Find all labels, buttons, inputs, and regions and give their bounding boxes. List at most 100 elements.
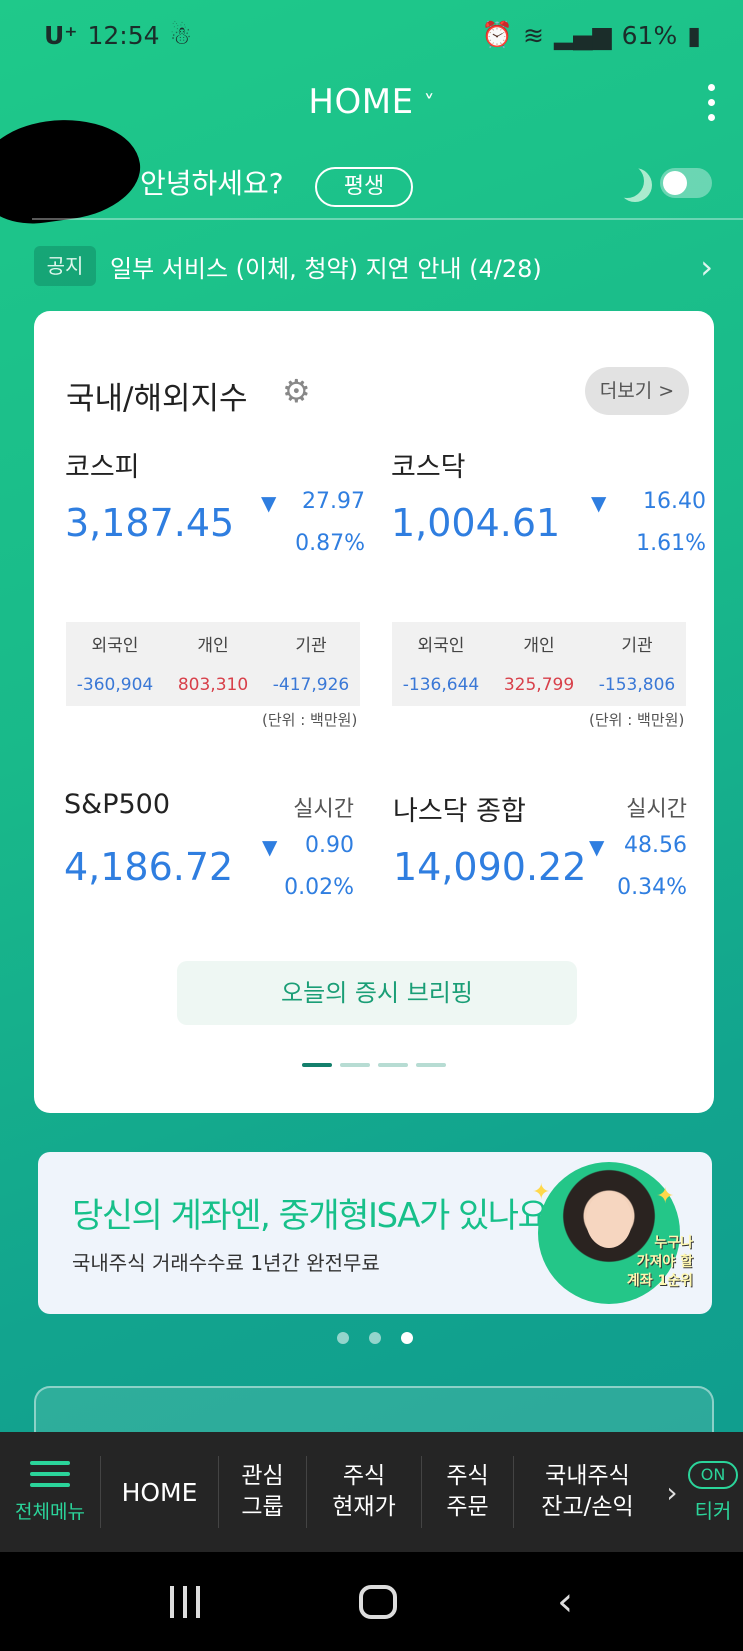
index-value: 1,004.61 bbox=[391, 501, 561, 545]
all-menu-button[interactable]: 전체메뉴 bbox=[0, 1432, 100, 1552]
isa-ad-banner[interactable]: 당신의 계좌엔, 중개형ISA가 있나요? 국내주식 거래수수료 1년간 완전무… bbox=[38, 1152, 712, 1314]
greeting-text: 안녕하세요? bbox=[140, 167, 284, 200]
back-icon[interactable]: ‹ bbox=[557, 1579, 573, 1625]
index-percent: 0.02% bbox=[284, 875, 354, 900]
ad-sticker-line: 계좌 1순위 bbox=[626, 1273, 693, 1289]
kospi-investor-table: 외국인 개인 기관 -360,904 803,310 -417,926 bbox=[66, 622, 360, 706]
nav-stock-order[interactable]: 주식 주문 bbox=[421, 1456, 513, 1528]
dark-mode-toggle[interactable] bbox=[660, 168, 712, 198]
realtime-label: 실시간 bbox=[626, 797, 687, 822]
sparkle-icon: ✦ bbox=[532, 1180, 551, 1205]
realtime-label: 실시간 bbox=[293, 797, 354, 822]
divider bbox=[32, 218, 743, 220]
index-card: 국내/해외지수 ⚙ 더보기 > 코스피 3,187.45 ▼ 27.97 0.8… bbox=[34, 311, 714, 1113]
card-pager bbox=[302, 1063, 446, 1067]
wifi-icon: ≋ bbox=[523, 20, 544, 50]
index-name: 나스닥 종합 bbox=[393, 796, 526, 827]
down-triangle-icon: ▼ bbox=[589, 835, 605, 859]
pager-dot[interactable] bbox=[302, 1063, 332, 1067]
alarm-icon: ⏰ bbox=[481, 20, 514, 49]
recents-icon[interactable] bbox=[169, 1585, 200, 1618]
signal-icon: ▂▄▆ bbox=[553, 20, 612, 50]
battery-icon: ▮ bbox=[687, 20, 701, 50]
chevron-down-icon: ˅ bbox=[423, 91, 435, 117]
app-header: HOME ˅ bbox=[0, 70, 743, 134]
individual-value: 325,799 bbox=[503, 675, 575, 695]
banner-pager bbox=[337, 1332, 413, 1344]
battery-level: 61% bbox=[621, 20, 678, 50]
table-header: 기관 bbox=[295, 635, 327, 656]
status-right: ⏰ ≋ ▂▄▆ 61% ▮ bbox=[482, 20, 701, 50]
banner-dot[interactable] bbox=[337, 1332, 349, 1344]
index-kosdaq[interactable]: 코스닥 1,004.61 ▼ 16.40 1.61% bbox=[391, 445, 706, 565]
index-name: S&P500 bbox=[64, 789, 171, 820]
index-percent: 0.87% bbox=[295, 531, 365, 556]
ad-sticker: 누구나 가져야 할 계좌 1순위 bbox=[623, 1234, 693, 1291]
index-value: 14,090.22 bbox=[393, 845, 587, 889]
grade-badge[interactable]: 평생 bbox=[315, 167, 413, 207]
index-change: 27.97 bbox=[302, 489, 365, 514]
table-header: 외국인 bbox=[91, 635, 139, 656]
table-header: 기관 bbox=[621, 635, 653, 656]
ad-title: 당신의 계좌엔, 중개형ISA가 있나요? bbox=[72, 1196, 565, 1236]
greeting-row: 안녕하세요? 평생 bbox=[0, 109, 743, 231]
nav-watch-group[interactable]: 관심 그룹 bbox=[218, 1456, 306, 1528]
chevron-right-icon: › bbox=[700, 248, 713, 286]
unit-note: (단위 : 백만원) bbox=[262, 711, 358, 729]
index-name: 코스피 bbox=[65, 452, 140, 483]
institution-value: -153,806 bbox=[598, 675, 676, 695]
all-menu-label: 전체메뉴 bbox=[15, 1500, 85, 1523]
banner-dot[interactable] bbox=[401, 1332, 413, 1344]
system-nav-bar: ‹ bbox=[0, 1552, 743, 1651]
index-kospi[interactable]: 코스피 3,187.45 ▼ 27.97 0.87% bbox=[65, 445, 365, 565]
index-value: 3,187.45 bbox=[65, 501, 235, 545]
unit-note: (단위 : 백만원) bbox=[589, 711, 685, 729]
chevron-right-icon[interactable]: › bbox=[661, 1476, 683, 1509]
status-bar: U⁺ 12:54 ☃ ⏰ ≋ ▂▄▆ 61% ▮ bbox=[0, 0, 743, 70]
market-briefing-button[interactable]: 오늘의 증시 브리핑 bbox=[177, 961, 577, 1025]
notice-text: 일부 서비스 (이체, 청약) 지연 안내 (4/28) bbox=[110, 254, 542, 283]
ad-sticker-line: 가져야 할 bbox=[636, 1254, 693, 1270]
index-percent: 0.34% bbox=[617, 875, 687, 900]
ticker-label: 티커 bbox=[694, 1498, 732, 1523]
nav-domestic-balance[interactable]: 국내주식 잔고/손익 bbox=[513, 1456, 661, 1528]
pager-dot[interactable] bbox=[416, 1063, 446, 1067]
notice-bar[interactable]: 공지 일부 서비스 (이체, 청약) 지연 안내 (4/28) › bbox=[0, 238, 743, 294]
foreign-value: -360,904 bbox=[76, 675, 154, 695]
home-icon[interactable] bbox=[359, 1584, 398, 1619]
moon-icon bbox=[610, 164, 644, 198]
index-value: 4,186.72 bbox=[64, 845, 234, 889]
ticker-toggle[interactable]: ON 티커 bbox=[683, 1460, 743, 1524]
clock: 12:54 bbox=[87, 20, 160, 50]
index-nasdaq[interactable]: 나스닥 종합 실시간 14,090.22 ▼ 48.56 0.34% bbox=[393, 789, 687, 909]
page-title: HOME bbox=[308, 82, 414, 122]
notice-badge: 공지 bbox=[34, 246, 96, 286]
institution-value: -417,926 bbox=[272, 675, 350, 695]
more-options-icon[interactable] bbox=[708, 84, 715, 121]
table-header: 개인 bbox=[523, 635, 555, 656]
index-sp500[interactable]: S&P500 실시간 4,186.72 ▼ 0.90 0.02% bbox=[64, 789, 354, 909]
ad-subtitle: 국내주식 거래수수료 1년간 완전무료 bbox=[72, 1251, 380, 1275]
nav-home[interactable]: HOME bbox=[100, 1456, 218, 1528]
card-title: 국내/해외지수 bbox=[66, 381, 248, 417]
index-name: 코스닥 bbox=[391, 452, 466, 483]
nav-stock-price[interactable]: 주식 현재가 bbox=[306, 1456, 421, 1528]
kosdaq-investor-table: 외국인 개인 기관 -136,644 325,799 -153,806 bbox=[392, 622, 686, 706]
banner-dot[interactable] bbox=[369, 1332, 381, 1344]
index-change: 0.90 bbox=[305, 833, 354, 858]
gear-icon[interactable]: ⚙ bbox=[282, 375, 314, 407]
down-triangle-icon: ▼ bbox=[591, 491, 607, 515]
ticker-on-badge: ON bbox=[688, 1460, 738, 1489]
pager-dot[interactable] bbox=[340, 1063, 370, 1067]
more-button[interactable]: 더보기 > bbox=[585, 367, 689, 415]
table-header: 외국인 bbox=[417, 635, 465, 656]
pager-dot[interactable] bbox=[378, 1063, 408, 1067]
index-percent: 1.61% bbox=[636, 531, 706, 556]
bottom-nav: 전체메뉴 HOME 관심 그룹 주식 현재가 주식 주문 국내주식 잔고/손익 … bbox=[0, 1432, 743, 1552]
notification-icon: ☃ bbox=[169, 20, 192, 50]
index-change: 48.56 bbox=[624, 833, 687, 858]
foreign-value: -136,644 bbox=[402, 675, 480, 695]
hamburger-icon bbox=[30, 1460, 70, 1487]
index-change: 16.40 bbox=[643, 489, 706, 514]
home-selector[interactable]: HOME ˅ bbox=[308, 82, 434, 122]
